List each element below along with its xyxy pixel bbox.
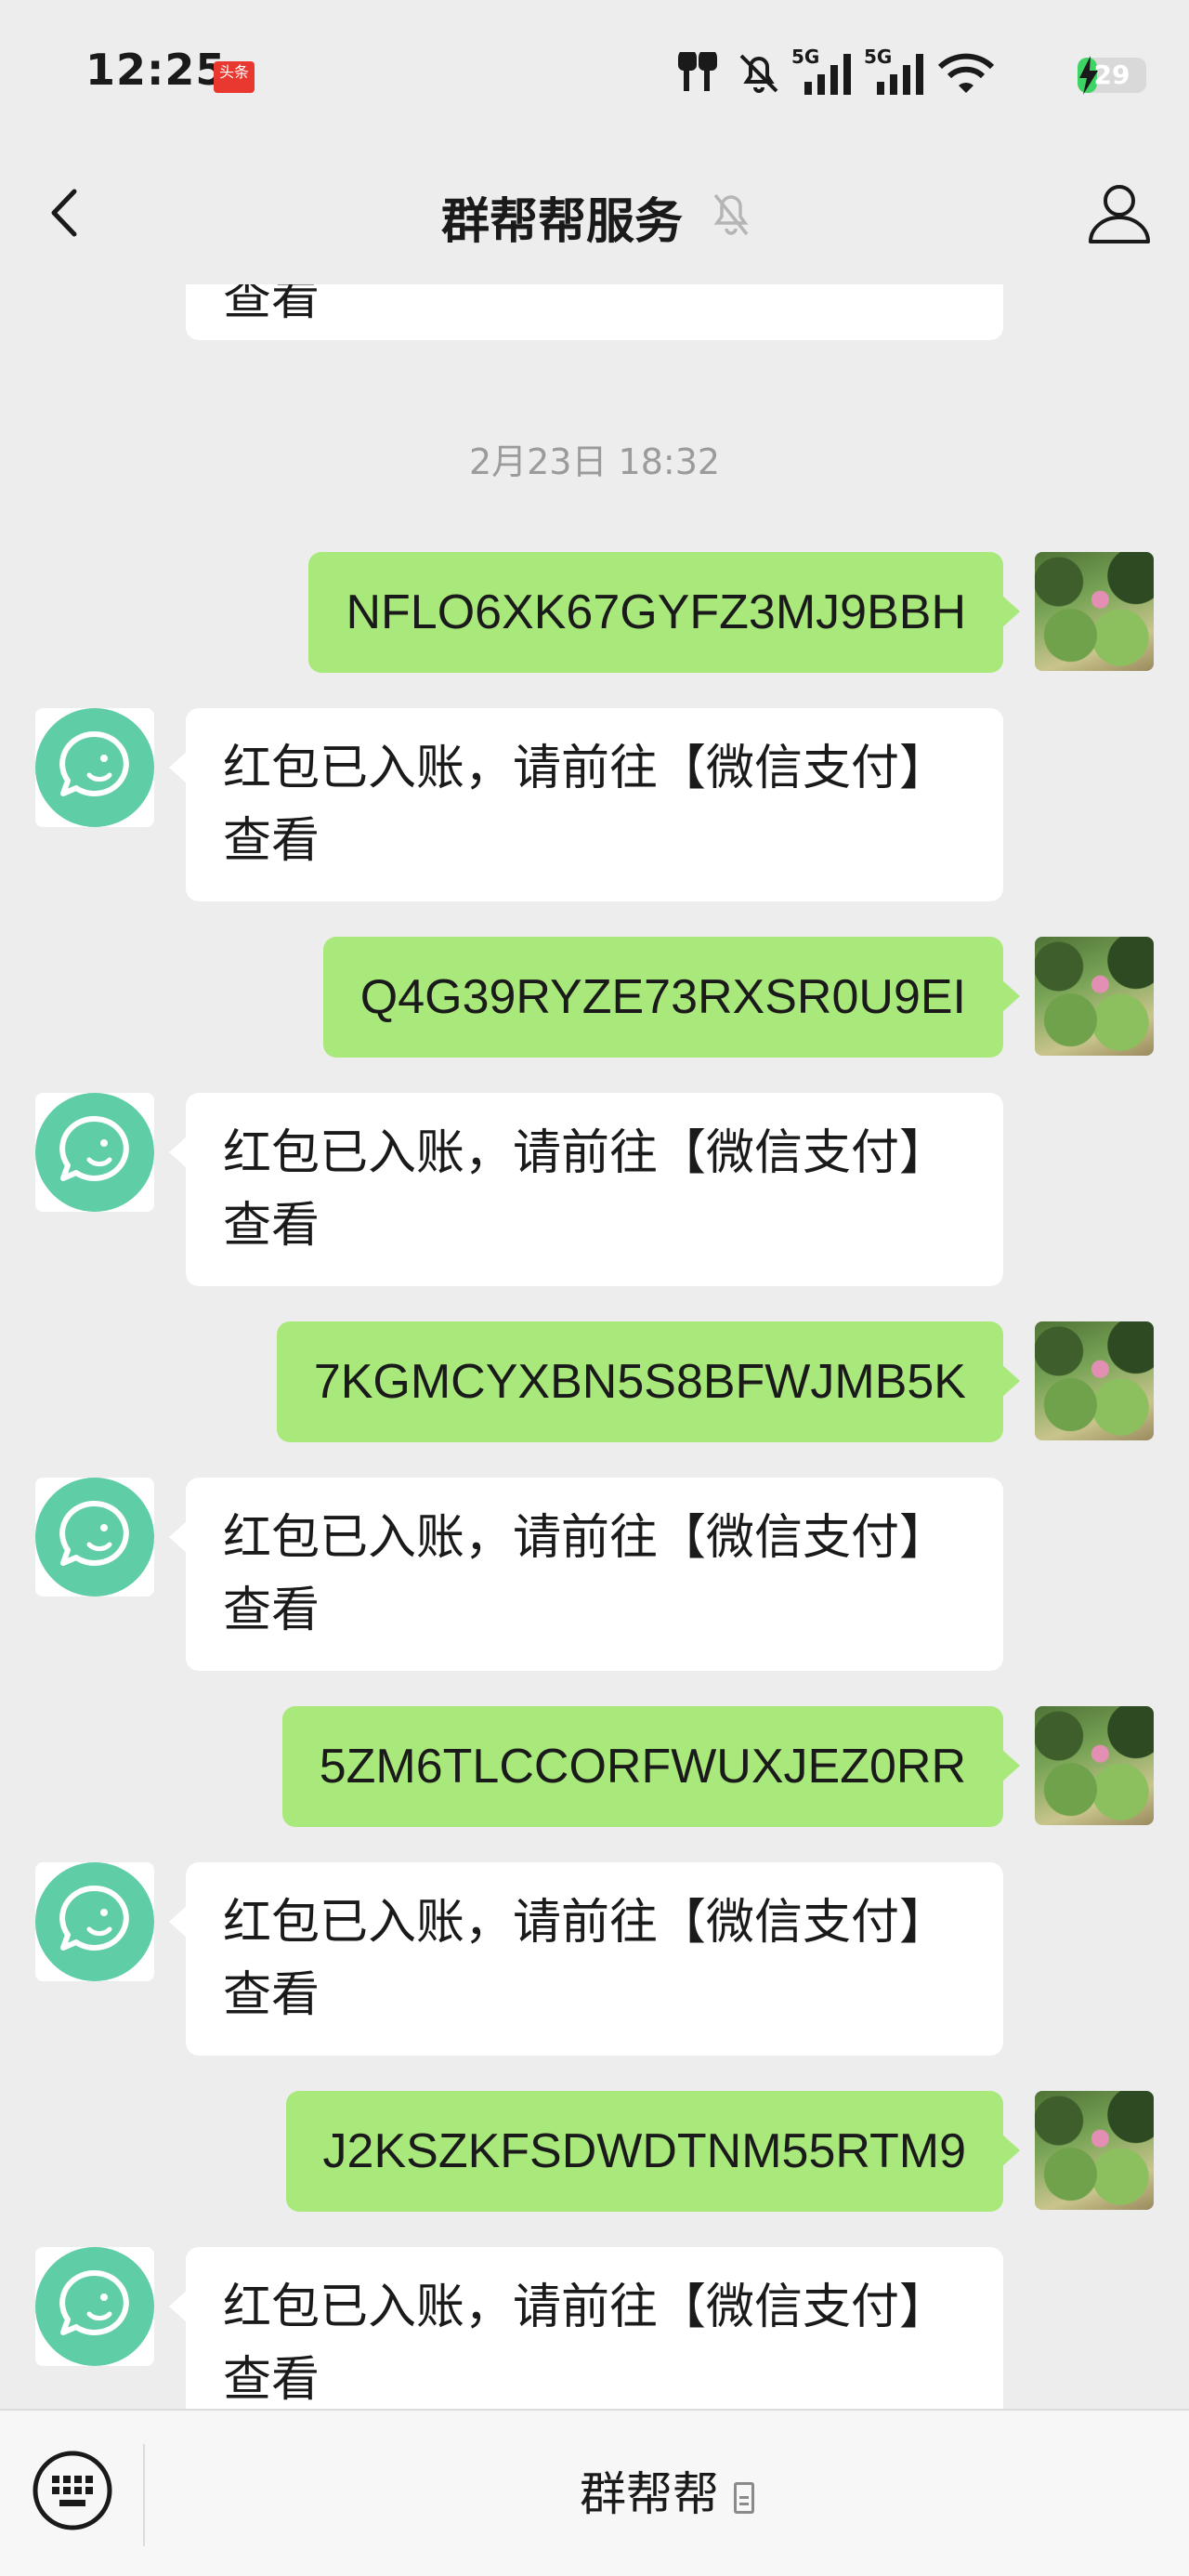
incoming-message[interactable]: 红包已入账，请前往【微信支付】 查看	[169, 1478, 1003, 1671]
svg-text:5G: 5G	[791, 46, 819, 68]
user-avatar[interactable]	[1035, 2091, 1154, 2210]
message-text-line2: 查看	[223, 2353, 320, 2407]
bot-avatar[interactable]	[35, 1862, 154, 1981]
chat-bot-icon	[35, 1862, 154, 1981]
outgoing-message[interactable]: 7KGMCYXBN5S8BFWJMB5K	[276, 1321, 1021, 1442]
news-app-badge: 头条	[214, 61, 255, 93]
message-text: NFLO6XK67GYFZ3MJ9BBH	[346, 585, 966, 639]
incoming-message[interactable]: 红包已入账，请前往【微信支付】 查看	[169, 708, 1003, 901]
wifi-icon	[938, 53, 994, 93]
outgoing-message[interactable]: 5ZM6TLCCORFWUXJEZ0RR	[281, 1706, 1021, 1827]
chat-bot-icon	[35, 2247, 154, 2366]
incoming-message[interactable]: 红包已入账，请前往【微信支付】 查看	[169, 1862, 1003, 2056]
message-text: 7KGMCYXBN5S8BFWJMB5K	[313, 1355, 966, 1409]
bot-avatar[interactable]	[35, 2247, 154, 2366]
incoming-message[interactable]: 红包已入账，请前往【微信支付】 查看	[169, 2247, 1003, 2409]
service-menu-label: 群帮帮	[580, 2467, 719, 2521]
outgoing-message[interactable]: J2KSZKFSDWDTNM55RTM9	[285, 2091, 1021, 2212]
chat-header: 群帮帮服务	[0, 139, 1189, 284]
message-text-line2: 查看	[223, 1199, 320, 1253]
outgoing-message[interactable]: Q4G39RYZE73RXSR0U9EI	[322, 937, 1021, 1058]
chat-bot-icon	[35, 1478, 154, 1597]
user-avatar[interactable]	[1035, 1706, 1154, 1825]
user-avatar[interactable]	[1035, 552, 1154, 671]
signal-5g-icon-2: 5G	[864, 46, 923, 95]
status-bar: 12:25 头条 5G 5G 29	[0, 0, 1189, 139]
signal-5g-icon: 5G	[791, 46, 851, 95]
chat-message-list[interactable]: 查看 2月23日 18:32 NFLO6XK67GYFZ3MJ9BBH 红包已入…	[0, 284, 1189, 2409]
message-text: J2KSZKFSDWDTNM55RTM9	[322, 2124, 966, 2178]
outgoing-message[interactable]: NFLO6XK67GYFZ3MJ9BBH	[308, 552, 1020, 673]
chat-title: 群帮帮服务	[440, 194, 683, 250]
silent-icon	[739, 54, 778, 93]
user-avatar[interactable]	[1035, 1321, 1154, 1440]
menu-list-icon	[734, 2481, 754, 2514]
message-timestamp: 2月23日 18:32	[468, 441, 721, 482]
message-text-line1: 红包已入账，请前往【微信支付】	[223, 2280, 948, 2334]
keyboard-icon[interactable]	[32, 2450, 113, 2531]
message-text-line2: 查看	[223, 814, 320, 868]
incoming-message-partial[interactable]: 查看	[186, 284, 1003, 340]
message-text: 5ZM6TLCCORFWUXJEZ0RR	[319, 1740, 966, 1794]
svg-text:5G: 5G	[864, 46, 892, 68]
bottom-menu-bar: 群帮帮	[0, 2409, 1189, 2576]
incoming-message[interactable]: 红包已入账，请前往【微信支付】 查看	[169, 1093, 1003, 1286]
message-text-line2: 查看	[223, 1968, 320, 2022]
chat-bot-icon	[35, 1093, 154, 1212]
message-text: 查看	[223, 284, 320, 325]
earbuds-icon	[678, 52, 717, 91]
bot-avatar[interactable]	[35, 708, 154, 827]
message-text-line1: 红包已入账，请前往【微信支付】	[223, 1126, 948, 1180]
mute-bell-icon	[713, 193, 749, 236]
bot-avatar[interactable]	[35, 1093, 154, 1212]
chat-bot-icon	[35, 708, 154, 827]
message-text-line1: 红包已入账，请前往【微信支付】	[223, 1896, 948, 1950]
message-text: Q4G39RYZE73RXSR0U9EI	[359, 970, 966, 1024]
service-menu-button[interactable]: 群帮帮	[145, 2457, 1189, 2524]
message-text-line1: 红包已入账，请前往【微信支付】	[223, 1511, 948, 1565]
message-text-line1: 红包已入账，请前往【微信支付】	[223, 742, 948, 795]
charging-icon	[1079, 56, 1098, 95]
message-text-line2: 查看	[223, 1584, 320, 1637]
profile-icon[interactable]	[1085, 178, 1154, 247]
bot-avatar[interactable]	[35, 1478, 154, 1597]
status-time: 12:25	[85, 45, 227, 95]
user-avatar[interactable]	[1035, 937, 1154, 1056]
